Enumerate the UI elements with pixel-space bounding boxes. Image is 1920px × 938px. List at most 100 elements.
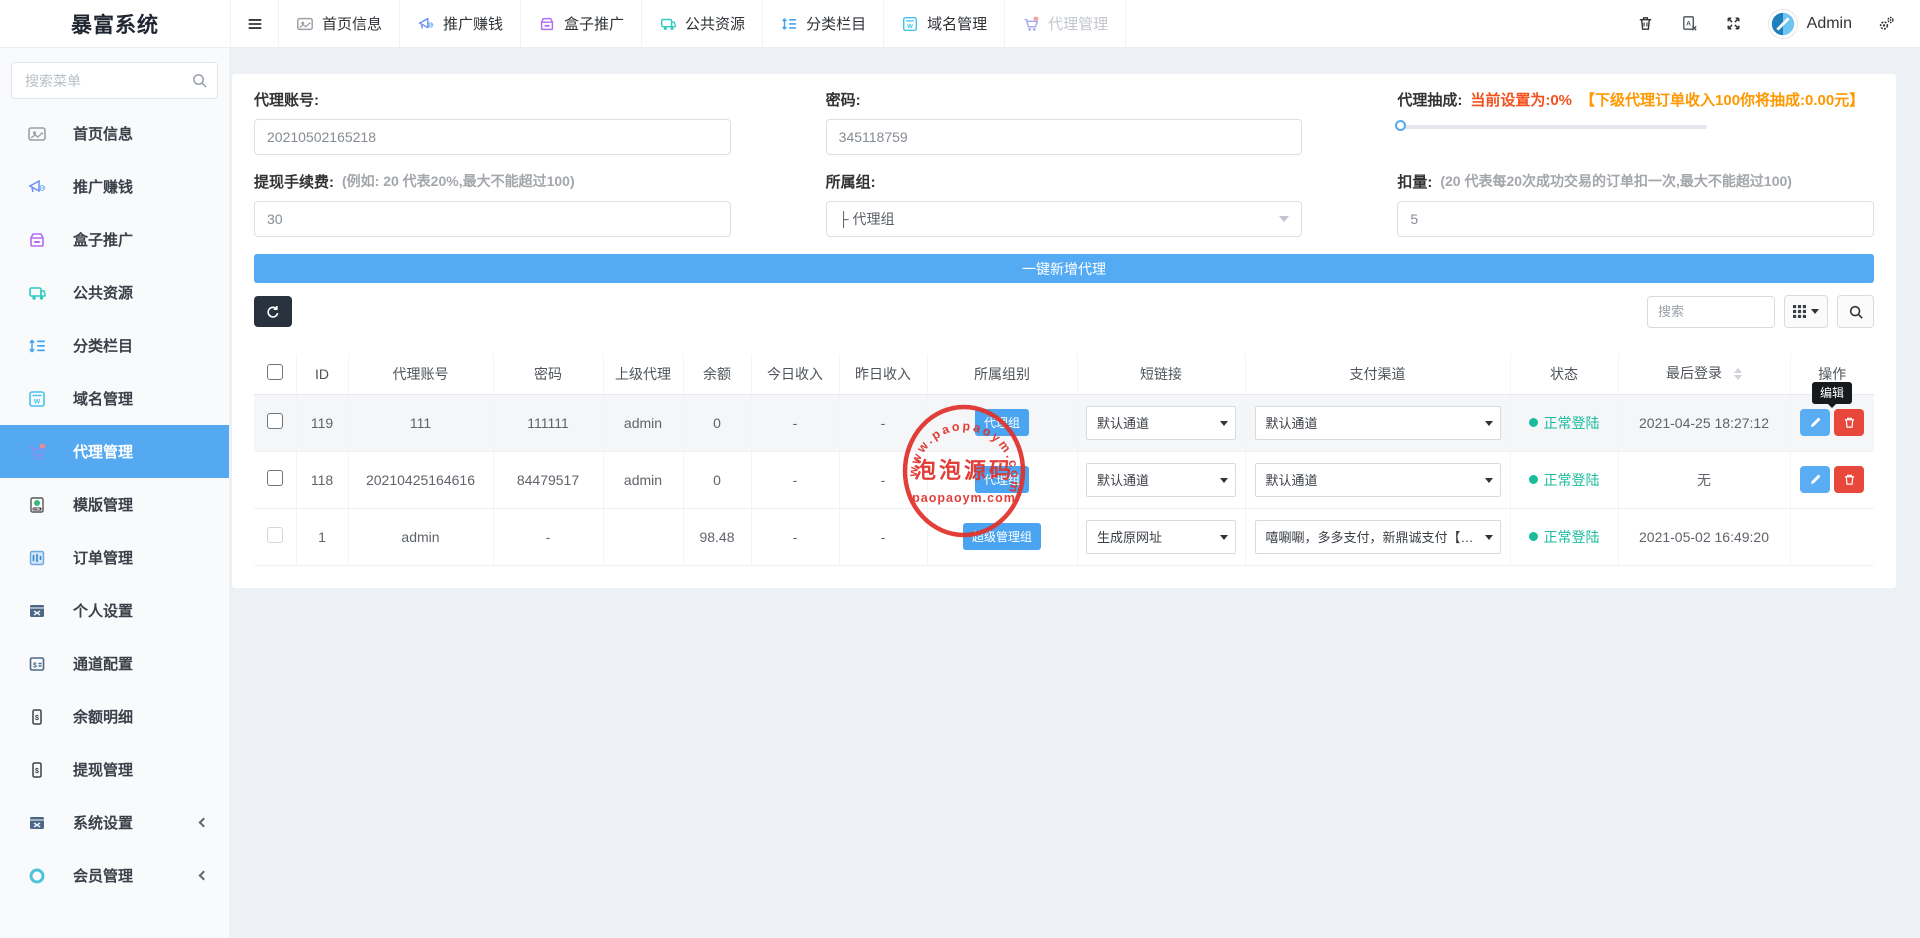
commission-label: 代理抽成: xyxy=(1397,91,1463,109)
sidebar-item-balance-detail[interactable]: $ 余额明细 xyxy=(0,690,229,743)
shortlink-select[interactable]: 生成原网址 xyxy=(1086,519,1236,554)
tab-label: 公共资源 xyxy=(685,16,746,33)
sidebar-item-label: 系统设置 xyxy=(73,815,134,832)
refresh-button[interactable] xyxy=(254,296,292,327)
sidebar-item-label: 首页信息 xyxy=(73,126,134,143)
shortlink-select[interactable]: 默认通道 xyxy=(1086,462,1236,497)
deduction-label: 扣量: xyxy=(1397,173,1433,191)
table-row: 1 admin - 98.48 - - 超级管理组 生成原网址 嘻唰唰，多多支付… xyxy=(254,508,1874,566)
tab-box-promote[interactable]: 盒子推广 xyxy=(520,0,641,47)
cell-today: - xyxy=(751,394,840,452)
edit-button[interactable] xyxy=(1800,409,1831,436)
sidebar-item-agent-management[interactable]: 代理管理 xyxy=(0,425,229,478)
password-input[interactable] xyxy=(825,119,1303,155)
sidebar-item-home-info[interactable]: 首页信息 xyxy=(0,107,229,160)
fullscreen-icon[interactable] xyxy=(1712,0,1756,48)
channel-select[interactable]: 默认通道 xyxy=(1254,462,1501,497)
group-select[interactable]: ├ 代理组 xyxy=(825,201,1303,237)
box-icon xyxy=(30,232,44,247)
svg-text:w: w xyxy=(906,21,913,30)
channel-select[interactable]: 默认通道 xyxy=(1254,405,1501,440)
cell-parent: admin xyxy=(603,451,684,509)
domain-w-icon: w xyxy=(903,16,918,31)
trash-icon[interactable] xyxy=(1624,0,1668,48)
select-all-checkbox[interactable] xyxy=(266,364,283,381)
tab-domain-management[interactable]: w 域名管理 xyxy=(883,0,1004,47)
sidebar-item-system-settings[interactable]: 系统设置 xyxy=(0,796,229,849)
cell-today: - xyxy=(751,451,840,509)
row-checkbox[interactable] xyxy=(266,413,283,429)
col-header-account: 代理账号 xyxy=(348,354,494,395)
cell-today: - xyxy=(751,508,840,566)
tab-label: 代理管理 xyxy=(1048,16,1109,33)
sidebar-item-label: 分类栏目 xyxy=(73,338,134,355)
cell-id: 118 xyxy=(296,451,349,509)
channel-card-icon: $ xyxy=(29,656,45,671)
delete-button[interactable] xyxy=(1834,466,1865,493)
edit-button[interactable] xyxy=(1800,466,1831,493)
user-menu[interactable]: Admin xyxy=(1756,8,1864,39)
order-list-icon xyxy=(29,550,45,565)
channel-select[interactable]: 嘻唰唰，多多支付，新鼎诚支付【游戏通道】 xyxy=(1254,519,1501,554)
settings-gears-icon[interactable] xyxy=(1864,0,1908,48)
sidebar-item-template-management[interactable]: HTML 模版管理 xyxy=(0,478,229,531)
cell-password: 84479517 xyxy=(493,451,604,509)
cell-last-login: 2021-04-25 18:27:12 xyxy=(1618,394,1791,452)
trash-icon xyxy=(1844,474,1854,485)
withdraw-fee-input[interactable] xyxy=(254,201,731,237)
tab-promote-earn[interactable]: $ 推广赚钱 xyxy=(399,0,520,47)
sort-icon[interactable] xyxy=(1734,364,1742,384)
search-icon xyxy=(1849,305,1863,319)
chevron-left-icon xyxy=(198,817,209,828)
sidebar-item-promote-earn[interactable]: $ 推广赚钱 xyxy=(0,160,229,213)
delete-button[interactable] xyxy=(1834,409,1865,436)
clear-cache-icon[interactable]: A xyxy=(1668,0,1712,48)
slider-handle[interactable] xyxy=(1395,120,1407,131)
cell-yesterday: - xyxy=(839,508,928,566)
agent-account-input[interactable] xyxy=(254,119,731,155)
sidebar-item-channel-config[interactable]: $ 通道配置 xyxy=(0,637,229,690)
sidebar-item-member-management[interactable]: 会员管理 xyxy=(0,849,229,902)
pencil-icon xyxy=(1810,417,1821,428)
columns-toggle-button[interactable] xyxy=(1784,295,1828,328)
sidebar-search-input[interactable] xyxy=(11,62,218,99)
sidebar-item-label: 模版管理 xyxy=(73,497,134,514)
col-header-group: 所属组别 xyxy=(927,354,1078,395)
sidebar-item-box-promote[interactable]: 盒子推广 xyxy=(0,213,229,266)
hamburger-menu-icon[interactable] xyxy=(230,0,278,47)
deduction-input[interactable] xyxy=(1397,201,1874,237)
commission-slider[interactable] xyxy=(1395,120,1708,131)
cell-parent xyxy=(603,508,684,566)
home-info-icon xyxy=(297,17,313,30)
cart-icon xyxy=(29,286,46,300)
svg-text:HTML: HTML xyxy=(33,507,41,511)
tab-category-columns[interactable]: 分类栏目 xyxy=(762,0,883,47)
sidebar-item-label: 提现管理 xyxy=(73,762,134,779)
status-badge: 正常登陆 xyxy=(1528,527,1600,547)
sidebar-item-public-resources[interactable]: 公共资源 xyxy=(0,266,229,319)
agent-cart-icon xyxy=(1024,16,1039,31)
search-icon xyxy=(191,72,208,94)
add-agent-button[interactable]: 一键新增代理 xyxy=(254,254,1874,283)
tab-public-resources[interactable]: 公共资源 xyxy=(641,0,762,47)
table-search-button[interactable] xyxy=(1837,295,1874,328)
svg-text:$: $ xyxy=(35,768,39,775)
sidebar-item-category-columns[interactable]: 分类栏目 xyxy=(0,319,229,372)
table-search-input[interactable] xyxy=(1647,295,1775,328)
shortlink-select[interactable]: 默认通道 xyxy=(1086,405,1236,440)
menu-bars-icon xyxy=(248,18,261,29)
sidebar-item-order-management[interactable]: 订单管理 xyxy=(0,531,229,584)
group-badge: 代理组 xyxy=(974,466,1029,493)
tab-label: 分类栏目 xyxy=(806,16,867,33)
sidebar-item-label: 会员管理 xyxy=(73,868,134,885)
status-badge: 正常登陆 xyxy=(1528,413,1600,433)
row-checkbox[interactable] xyxy=(266,470,283,486)
col-header-balance: 余额 xyxy=(683,354,752,395)
box-icon xyxy=(540,17,554,30)
sidebar-item-withdraw-management[interactable]: $ 提现管理 xyxy=(0,743,229,796)
sidebar-item-personal-settings[interactable]: 个人设置 xyxy=(0,584,229,637)
tab-home-info[interactable]: 首页信息 xyxy=(278,0,399,47)
sidebar-item-domain-management[interactable]: w 域名管理 xyxy=(0,372,229,425)
tab-agent-management[interactable]: 代理管理 xyxy=(1004,0,1127,47)
sidebar-item-label: 域名管理 xyxy=(73,391,134,408)
